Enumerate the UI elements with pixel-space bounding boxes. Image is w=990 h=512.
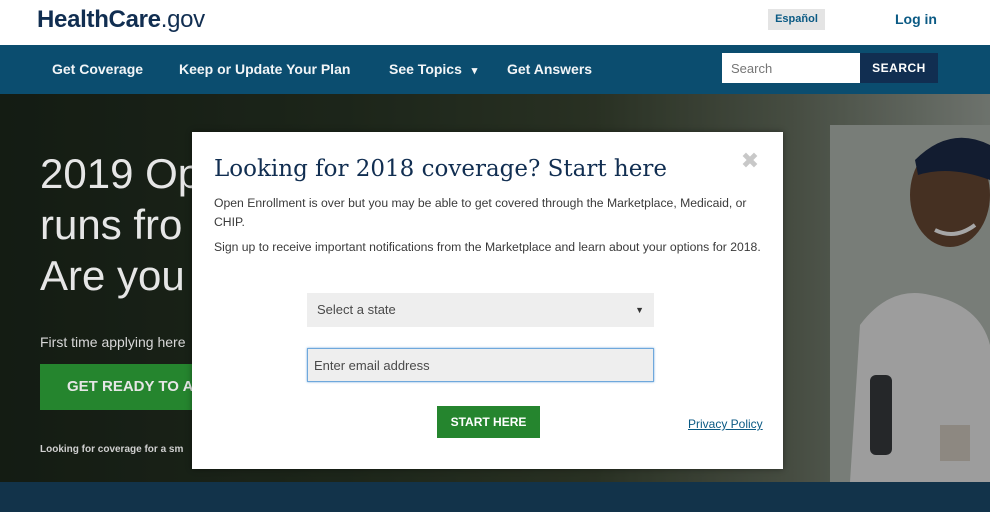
search-button[interactable]: SEARCH <box>860 53 938 83</box>
nav-item-get-coverage[interactable]: Get Coverage <box>52 61 143 77</box>
get-ready-button[interactable]: GET READY TO A <box>40 364 194 410</box>
modal-enrollment-text: Open Enrollment is over but you may be a… <box>214 196 747 229</box>
hero-small-business-text[interactable]: Looking for coverage for a sm <box>40 444 183 455</box>
modal-title: Looking for 2018 coverage? Start here <box>214 156 667 182</box>
state-select-dropdown[interactable]: Select a state ▼ <box>307 293 654 327</box>
nav-item-keep-or-update[interactable]: Keep or Update Your Plan <box>179 61 350 77</box>
logo-text-light: .gov <box>160 6 205 33</box>
search-input[interactable] <box>722 53 860 83</box>
footer-band <box>0 482 990 512</box>
nav-item-see-topics-label: See Topics <box>389 61 462 77</box>
start-here-button[interactable]: START HERE <box>437 406 540 438</box>
chevron-down-icon: ▾ <box>471 65 478 77</box>
espanol-language-button[interactable]: Español <box>768 9 825 30</box>
email-input[interactable] <box>307 348 654 382</box>
main-navigation: Get Coverage Keep or Update Your Plan Se… <box>0 45 990 94</box>
login-link[interactable]: Log in <box>895 11 937 27</box>
close-icon[interactable]: ✖ <box>740 151 760 173</box>
logo-text-bold: HealthCare <box>37 6 161 33</box>
top-header: HealthCare.gov Español Log in <box>0 0 990 45</box>
modal-signup-text: Sign up to receive important notificatio… <box>214 240 761 254</box>
healthcare-gov-logo[interactable]: HealthCare.gov <box>37 6 205 34</box>
nav-item-get-answers[interactable]: Get Answers <box>507 61 592 77</box>
hero-subtitle: First time applying here <box>40 334 186 350</box>
state-select-value: Select a state <box>317 302 396 317</box>
caret-down-icon: ▼ <box>635 305 644 315</box>
nav-item-see-topics[interactable]: See Topics ▾ <box>389 61 477 77</box>
coverage-modal-dialog: Looking for 2018 coverage? Start here ✖ … <box>192 132 783 469</box>
privacy-policy-link[interactable]: Privacy Policy <box>688 417 763 431</box>
hero-title: 2019 Op runs fro Are you <box>40 150 202 299</box>
